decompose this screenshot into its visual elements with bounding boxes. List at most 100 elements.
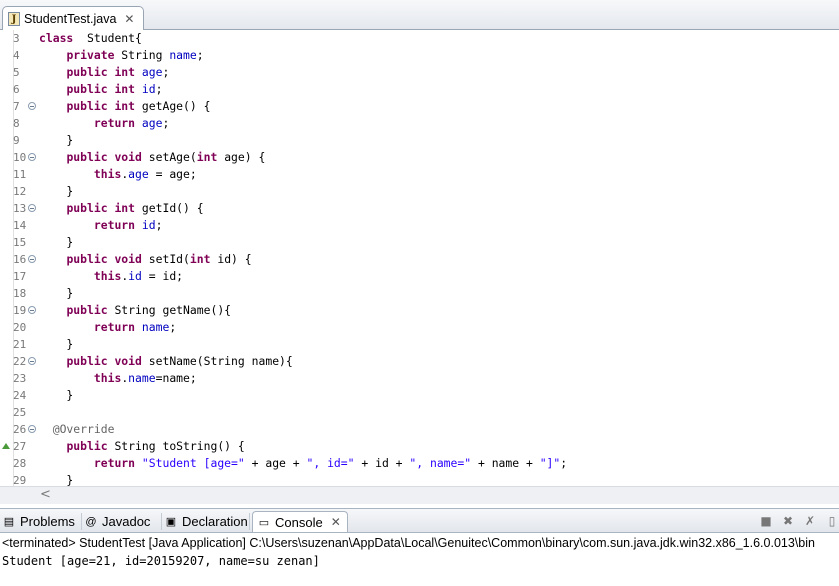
tab-problems[interactable]: ▤ Problems	[2, 511, 75, 532]
code-text: this.id = id;	[39, 268, 183, 285]
code-line[interactable]: 23 this.name=name;	[0, 370, 839, 387]
keyword-token: int	[189, 252, 211, 266]
code-line[interactable]: 13 public int getId() {	[0, 200, 839, 217]
field-token: name	[128, 371, 156, 385]
code-token: ;	[560, 456, 568, 470]
close-icon[interactable]: ✕	[331, 515, 341, 529]
code-token: Student{	[73, 31, 142, 45]
code-token: age) {	[217, 150, 266, 164]
code-token: setAge(	[141, 150, 197, 164]
code-text: }	[39, 234, 73, 251]
line-number: 11	[13, 168, 27, 181]
code-line[interactable]: 15 }	[0, 234, 839, 251]
tab-javadoc[interactable]: @ Javadoc	[84, 511, 150, 532]
console-output: Student [age=21, id=20159207, name=su ze…	[2, 554, 320, 568]
keyword-token: return	[93, 456, 136, 470]
code-line[interactable]: 18 }	[0, 285, 839, 302]
code-line[interactable]: 5 public int age;	[0, 64, 839, 81]
code-line[interactable]: 25	[0, 404, 839, 421]
code-token: ;	[169, 320, 177, 334]
code-line[interactable]: 10 public void setAge(int age) {	[0, 149, 839, 166]
code-token: setName(String name){	[141, 354, 293, 368]
code-line[interactable]: 6 public int id;	[0, 81, 839, 98]
code-line[interactable]: 29 }	[0, 472, 839, 486]
code-line[interactable]: 16 public void setId(int id) {	[0, 251, 839, 268]
code-text: return id;	[39, 217, 163, 234]
close-icon[interactable]: ✕	[124, 12, 134, 26]
code-token: ;	[155, 218, 163, 232]
line-number: 14	[13, 219, 27, 232]
code-text: this.age = age;	[39, 166, 197, 183]
code-token: id) {	[210, 252, 252, 266]
code-token: }	[39, 235, 74, 249]
code-line[interactable]: 19 public String getName(){	[0, 302, 839, 319]
horizontal-scrollbar[interactable]: <	[0, 486, 839, 504]
code-line[interactable]: 9 }	[0, 132, 839, 149]
keyword-token: void	[114, 354, 142, 368]
fold-toggle-icon[interactable]	[28, 102, 36, 110]
editor-tab-student-test[interactable]: J StudentTest.java ✕	[2, 6, 144, 30]
fold-toggle-icon[interactable]	[28, 255, 36, 263]
scroll-left-arrow-icon[interactable]: <	[40, 487, 51, 502]
fold-toggle-icon[interactable]	[28, 425, 36, 433]
code-line[interactable]: 22 public void setName(String name){	[0, 353, 839, 370]
keyword-token: public	[66, 65, 108, 79]
code-text: public String getName(){	[39, 302, 231, 319]
fold-toggle-icon[interactable]	[28, 306, 36, 314]
console-process-header: <terminated> StudentTest [Java Applicati…	[2, 536, 815, 550]
code-text: }	[39, 285, 73, 302]
code-text: }	[39, 183, 73, 200]
keyword-token: private	[66, 48, 115, 62]
code-line[interactable]: 27 public String toString() {	[0, 438, 839, 455]
tab-label: Problems	[20, 514, 75, 529]
fold-toggle-icon[interactable]	[28, 153, 36, 161]
line-number: 12	[13, 185, 27, 198]
override-marker-icon[interactable]	[2, 443, 10, 449]
code-line[interactable]: 28 return "Student [age=" + age + ", id=…	[0, 455, 839, 472]
field-token: name	[169, 48, 197, 62]
fold-toggle-icon[interactable]	[28, 357, 36, 365]
line-number: 23	[13, 372, 27, 385]
line-number: 17	[13, 270, 27, 283]
code-line[interactable]: 8 return age;	[0, 115, 839, 132]
code-text: return name;	[39, 319, 176, 336]
code-line[interactable]: 24 }	[0, 387, 839, 404]
line-number: 9	[13, 134, 20, 147]
code-token: }	[39, 184, 74, 198]
code-token: }	[39, 388, 74, 402]
code-line[interactable]: 21 }	[0, 336, 839, 353]
keyword-token: public	[66, 99, 108, 113]
terminate-icon[interactable]: ■	[758, 513, 774, 529]
code-line[interactable]: 12 }	[0, 183, 839, 200]
code-line[interactable]: 3 class Student{	[0, 30, 839, 47]
code-line[interactable]: 20 return name;	[0, 319, 839, 336]
code-line[interactable]: 14 return id;	[0, 217, 839, 234]
tab-console[interactable]: ▭ Console ✕	[252, 511, 348, 532]
code-line[interactable]: 11 this.age = age;	[0, 166, 839, 183]
code-text: return age;	[39, 115, 169, 132]
remove-launch-icon[interactable]: ✖	[780, 513, 796, 529]
problems-icon: ▤	[3, 516, 15, 528]
code-line[interactable]: 17 this.id = id;	[0, 268, 839, 285]
code-line[interactable]: 26 @Override	[0, 421, 839, 438]
code-line[interactable]: 4 private String name;	[0, 47, 839, 64]
code-token: String	[114, 48, 170, 62]
keyword-token: public	[66, 82, 108, 96]
code-token: }	[39, 133, 74, 147]
keyword-token: int	[114, 99, 136, 113]
code-line[interactable]: 7 public int getAge() {	[0, 98, 839, 115]
code-editor[interactable]: 3 class Student{4 private String name; 5 p…	[0, 30, 839, 486]
tab-declaration[interactable]: ▣ Declaration	[164, 511, 248, 532]
console-view[interactable]: <terminated> StudentTest [Java Applicati…	[0, 533, 839, 586]
clear-console-icon[interactable]: ▯	[824, 513, 839, 529]
remove-all-launches-icon[interactable]: ✗	[802, 513, 818, 529]
line-number: 28	[13, 457, 27, 470]
fold-toggle-icon[interactable]	[28, 204, 36, 212]
